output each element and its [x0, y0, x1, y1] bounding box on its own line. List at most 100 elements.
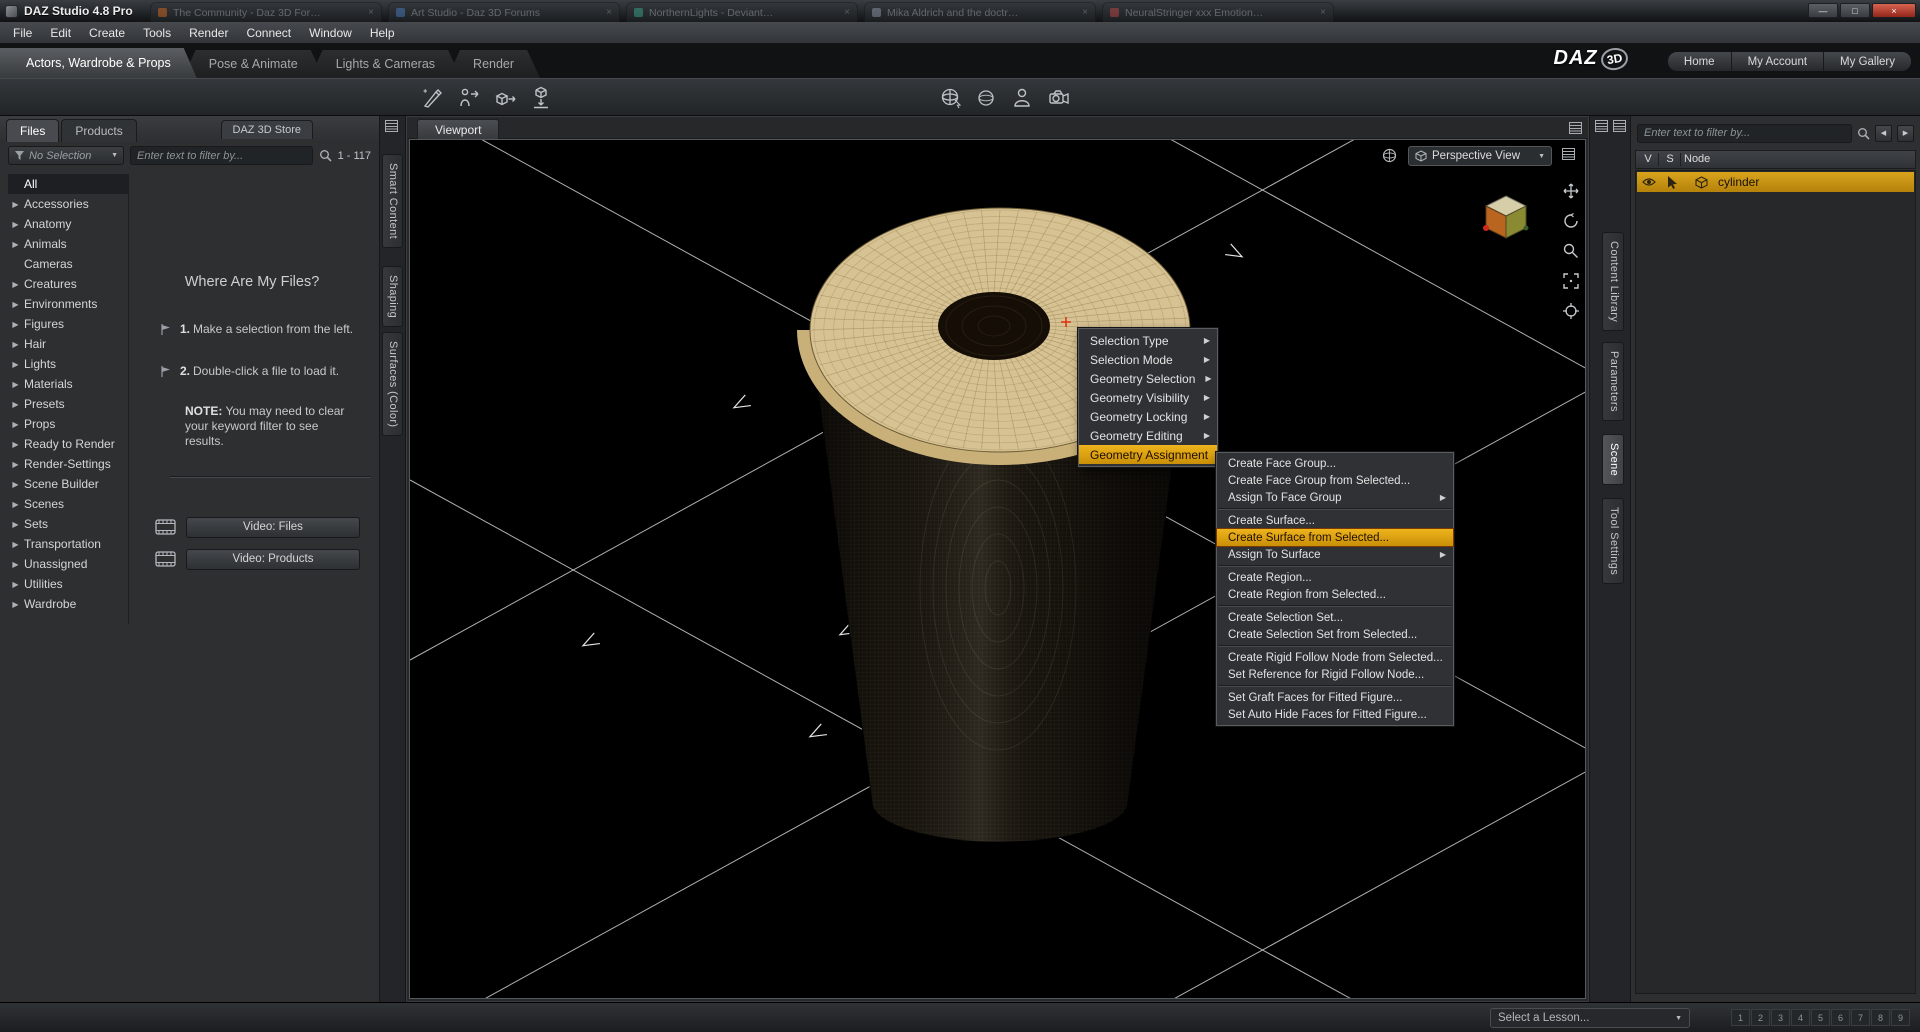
menu-item-create-region-from-selected[interactable]: Create Region from Selected... [1217, 586, 1453, 603]
export-prop-tool-icon[interactable] [492, 85, 518, 111]
selection-filter-dropdown[interactable]: No Selection ▼ [8, 146, 124, 165]
timeline-cell[interactable]: 1 [1731, 1009, 1750, 1026]
expand-arrow-icon[interactable]: ▶ [11, 460, 20, 469]
expand-arrow-icon[interactable]: ▶ [11, 300, 20, 309]
nav-button-home[interactable]: Home [1668, 52, 1731, 71]
menu-item-geometry-visibility[interactable]: Geometry Visibility▶ [1079, 388, 1217, 407]
node-edit-tool-icon[interactable] [420, 85, 446, 111]
menu-item-create-selection-set-from-selected[interactable]: Create Selection Set from Selected... [1217, 626, 1453, 643]
expand-arrow-icon[interactable]: ▶ [11, 500, 20, 509]
category-item-hair[interactable]: ▶Hair [8, 334, 128, 354]
category-item-props[interactable]: ▶Props [8, 414, 128, 434]
expand-arrow-icon[interactable]: ▶ [11, 360, 20, 369]
expand-arrow-icon[interactable]: ▶ [11, 580, 20, 589]
dock-tab-smart-content[interactable]: Smart Content [382, 154, 403, 248]
menu-item-geometry-selection[interactable]: Geometry Selection▶ [1079, 369, 1217, 388]
menu-item-selection-mode[interactable]: Selection Mode▶ [1079, 350, 1217, 369]
category-item-scenes[interactable]: ▶Scenes [8, 494, 128, 514]
perspective-view-tool-icon[interactable] [938, 85, 964, 111]
menu-item-create-face-group-from-selected[interactable]: Create Face Group from Selected... [1217, 472, 1453, 489]
pane-menu-icon[interactable] [1595, 120, 1608, 132]
timeline-cell[interactable]: 6 [1831, 1009, 1850, 1026]
menu-file[interactable]: File [4, 22, 41, 43]
expand-arrow-icon[interactable]: ▶ [11, 600, 20, 609]
search-icon[interactable] [319, 149, 332, 162]
background-tab[interactable]: Art Studio - Daz 3D Forums× [388, 2, 620, 22]
menu-create[interactable]: Create [80, 22, 134, 43]
category-item-scene-builder[interactable]: ▶Scene Builder [8, 474, 128, 494]
timeline-cell[interactable]: 3 [1771, 1009, 1790, 1026]
category-item-creatures[interactable]: ▶Creatures [8, 274, 128, 294]
expand-arrow-icon[interactable]: ▶ [11, 420, 20, 429]
expand-arrow-icon[interactable]: ▶ [11, 480, 20, 489]
timeline-cell[interactable]: 8 [1871, 1009, 1890, 1026]
tab-close-icon[interactable]: × [1082, 7, 1088, 18]
globe-icon[interactable] [1382, 148, 1397, 163]
menu-item-assign-to-face-group[interactable]: Assign To Face Group▶ [1217, 489, 1453, 506]
menu-item-geometry-locking[interactable]: Geometry Locking▶ [1079, 407, 1217, 426]
menu-item-geometry-assignment[interactable]: Geometry Assignment▶ [1079, 445, 1217, 464]
expand-arrow-icon[interactable]: ▶ [11, 340, 20, 349]
close-button[interactable]: × [1872, 3, 1916, 18]
maximize-button[interactable]: □ [1840, 3, 1870, 18]
dock-tab-tool-settings[interactable]: Tool Settings [1602, 498, 1624, 584]
category-item-materials[interactable]: ▶Materials [8, 374, 128, 394]
menu-render[interactable]: Render [180, 22, 237, 43]
timeline-cell[interactable]: 4 [1791, 1009, 1810, 1026]
frame-tool-icon[interactable] [1560, 270, 1582, 292]
menu-tools[interactable]: Tools [134, 22, 180, 43]
video-button-video-products[interactable]: Video: Products [186, 549, 360, 570]
category-item-cameras[interactable]: Cameras [8, 254, 128, 274]
view-cube-gizmo[interactable] [1476, 190, 1536, 250]
category-item-unassigned[interactable]: ▶Unassigned [8, 554, 128, 574]
search-icon[interactable] [1857, 127, 1870, 140]
dock-tab-shaping[interactable]: Shaping [382, 266, 403, 327]
background-tab[interactable]: NeuralStringer xxx Emotion…× [1102, 2, 1334, 22]
dock-tab-scene[interactable]: Scene [1602, 434, 1624, 485]
expand-arrow-icon[interactable]: ▶ [11, 200, 20, 209]
menu-item-create-selection-set[interactable]: Create Selection Set... [1217, 609, 1453, 626]
category-item-utilities[interactable]: ▶Utilities [8, 574, 128, 594]
category-item-ready-to-render[interactable]: ▶Ready to Render [8, 434, 128, 454]
menu-item-create-face-group[interactable]: Create Face Group... [1217, 455, 1453, 472]
expand-arrow-icon[interactable]: ▶ [11, 520, 20, 529]
timeline-cell[interactable]: 5 [1811, 1009, 1830, 1026]
dock-tab-content-library[interactable]: Content Library [1602, 232, 1624, 331]
video-button-video-files[interactable]: Video: Files [186, 517, 360, 538]
background-tab[interactable]: The Community - Daz 3D For…× [150, 2, 382, 22]
menu-window[interactable]: Window [300, 22, 361, 43]
menu-item-selection-type[interactable]: Selection Type▶ [1079, 331, 1217, 350]
minimize-button[interactable]: — [1808, 3, 1838, 18]
tab-close-icon[interactable]: × [1320, 7, 1326, 18]
category-item-wardrobe[interactable]: ▶Wardrobe [8, 594, 128, 614]
cylinder-mesh[interactable] [810, 208, 1190, 842]
tab-close-icon[interactable]: × [844, 7, 850, 18]
expand-arrow-icon[interactable]: ▶ [11, 540, 20, 549]
menu-edit[interactable]: Edit [41, 22, 80, 43]
orbit-tool-icon[interactable] [1560, 210, 1582, 232]
background-tab[interactable]: Mika Aldrich and the doctr…× [864, 2, 1096, 22]
dock-tab-surfaces-color[interactable]: Surfaces (Color) [382, 332, 403, 436]
nav-button-my-account[interactable]: My Account [1731, 52, 1823, 71]
pane-menu-icon[interactable] [1562, 148, 1575, 160]
category-item-figures[interactable]: ▶Figures [8, 314, 128, 334]
menu-connect[interactable]: Connect [237, 22, 300, 43]
scene-next-button[interactable]: ▶ [1897, 125, 1914, 142]
menu-item-set-reference-for-rigid-follow-node[interactable]: Set Reference for Rigid Follow Node... [1217, 666, 1453, 683]
menu-item-create-region[interactable]: Create Region... [1217, 569, 1453, 586]
tab-files[interactable]: Files [6, 119, 59, 142]
menu-help[interactable]: Help [361, 22, 404, 43]
nav-button-my-gallery[interactable]: My Gallery [1823, 52, 1911, 71]
menu-item-set-graft-faces-for-fitted-figure[interactable]: Set Graft Faces for Fitted Figure... [1217, 689, 1453, 706]
scene-filter-input[interactable] [1637, 124, 1852, 143]
category-item-presets[interactable]: ▶Presets [8, 394, 128, 414]
expand-arrow-icon[interactable]: ▶ [11, 320, 20, 329]
category-item-lights[interactable]: ▶Lights [8, 354, 128, 374]
background-tab[interactable]: NorthernLights - Deviant…× [626, 2, 858, 22]
category-item-sets[interactable]: ▶Sets [8, 514, 128, 534]
zoom-tool-icon[interactable] [1560, 240, 1582, 262]
menu-item-assign-to-surface[interactable]: Assign To Surface▶ [1217, 546, 1453, 563]
tab-viewport[interactable]: Viewport [417, 119, 499, 139]
menu-item-create-surface-from-selected[interactable]: Create Surface from Selected... [1217, 529, 1453, 546]
content-filter-input[interactable] [130, 146, 313, 165]
